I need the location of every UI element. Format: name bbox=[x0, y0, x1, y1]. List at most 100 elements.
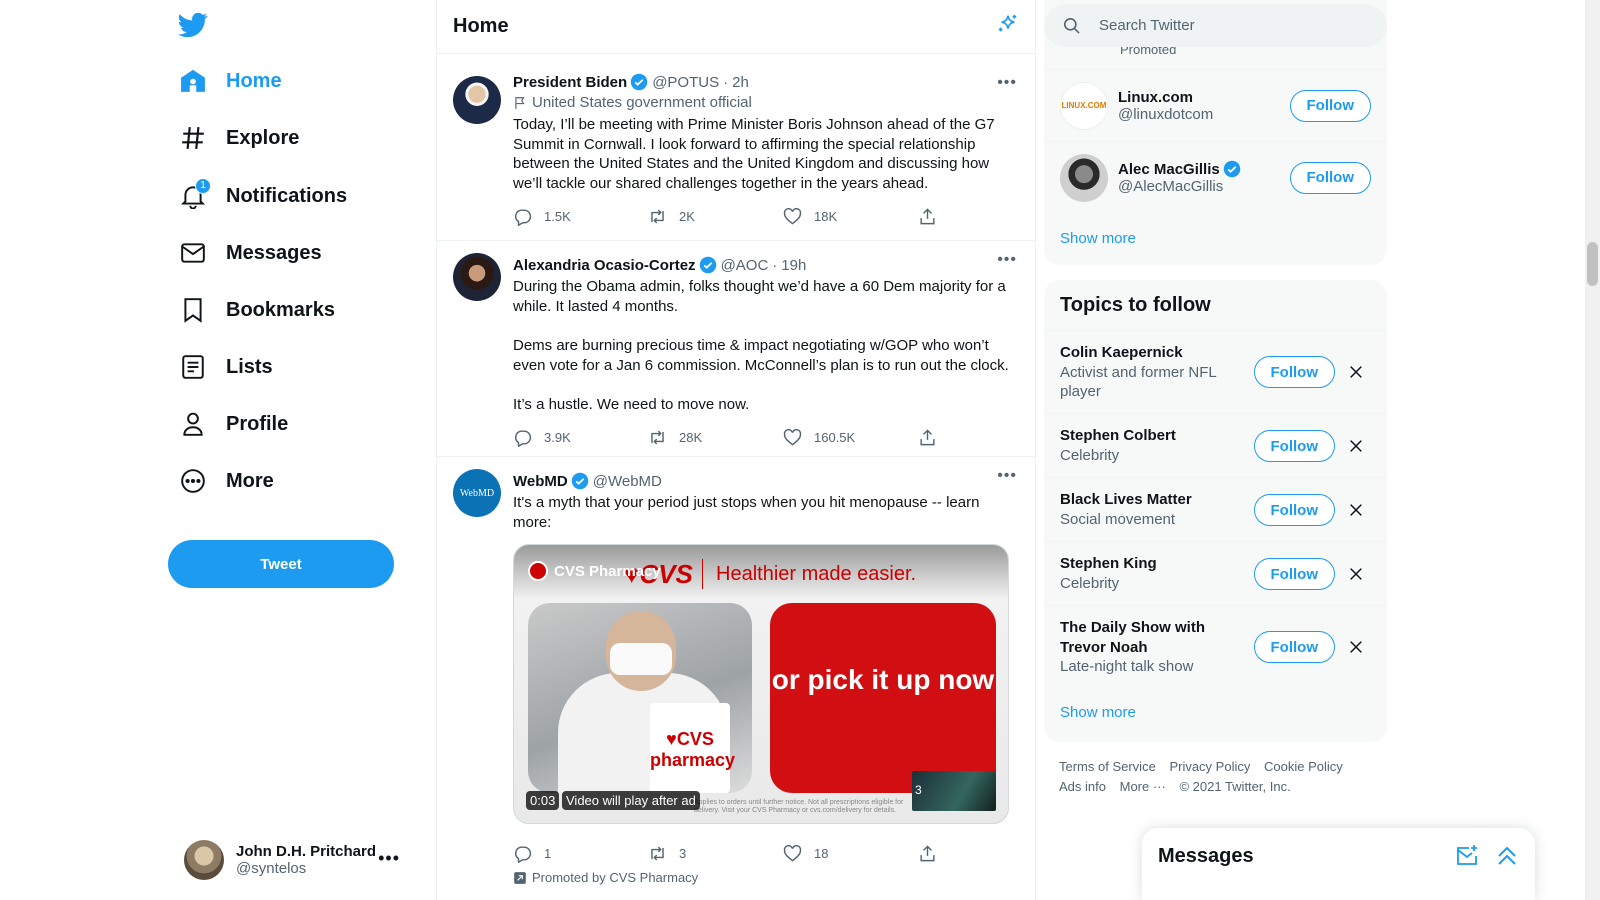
retweet-button[interactable]: 3 bbox=[648, 844, 728, 863]
avatar[interactable] bbox=[453, 76, 501, 124]
privacy-link[interactable]: Privacy Policy bbox=[1169, 759, 1250, 774]
follow-button[interactable]: Follow bbox=[1289, 161, 1371, 194]
video-thumbnail[interactable]: 3 bbox=[912, 771, 996, 812]
terms-link[interactable]: Terms of Service bbox=[1059, 759, 1156, 774]
nav-messages[interactable]: Messages bbox=[178, 230, 322, 276]
nav-bookmarks[interactable]: Bookmarks bbox=[178, 287, 335, 333]
nav-lists[interactable]: Lists bbox=[178, 344, 273, 390]
follow-topic-button[interactable]: Follow bbox=[1253, 558, 1335, 590]
follow-topic-button[interactable]: Follow bbox=[1253, 356, 1335, 388]
who-to-follow-item[interactable]: LINUX.COM Linux.com @linuxdotcom Follow bbox=[1044, 69, 1387, 141]
reply-count: 1.5K bbox=[544, 209, 571, 225]
right-sidebar: Promoted LINUX.COM Linux.com @linuxdotco… bbox=[1044, 0, 1387, 900]
tweet-author-name[interactable]: WebMD bbox=[513, 473, 568, 490]
share-button[interactable] bbox=[918, 207, 938, 226]
tweet-author-name[interactable]: President Biden bbox=[513, 74, 627, 91]
retweet-button[interactable]: 28K bbox=[648, 428, 728, 447]
tweet-button[interactable]: Tweet bbox=[168, 540, 394, 588]
nav-profile[interactable]: Profile bbox=[178, 401, 288, 447]
like-button[interactable]: 18 bbox=[783, 844, 863, 863]
more-dots-icon[interactable]: ••• bbox=[997, 467, 1017, 485]
retweet-button[interactable]: 2K bbox=[648, 207, 728, 226]
promoted-label-text: Promoted by CVS Pharmacy bbox=[532, 870, 699, 886]
close-icon[interactable] bbox=[1341, 431, 1371, 461]
follow-button[interactable]: Follow bbox=[1289, 89, 1371, 122]
avatar[interactable] bbox=[1060, 153, 1108, 202]
tweet-author-handle[interactable]: @WebMD bbox=[593, 473, 662, 490]
avatar[interactable]: LINUX.COM bbox=[1060, 81, 1108, 130]
avatar[interactable]: WebMD bbox=[453, 469, 501, 517]
share-button[interactable] bbox=[918, 428, 938, 447]
tweet-actions: 3.9K 28K 160.5K bbox=[513, 415, 938, 461]
page-scrollbar[interactable] bbox=[1585, 0, 1600, 900]
nav-notifications[interactable]: 1 Notifications bbox=[178, 173, 347, 219]
follow-topic-button[interactable]: Follow bbox=[1253, 430, 1335, 462]
topics-show-more-link[interactable]: Show more bbox=[1060, 704, 1136, 721]
nav-more[interactable]: More bbox=[178, 458, 274, 504]
follow-topic-button[interactable]: Follow bbox=[1253, 494, 1335, 526]
twitter-bird-icon[interactable] bbox=[178, 10, 208, 40]
follow-topic-button[interactable]: Follow bbox=[1253, 631, 1335, 663]
topic-description: Celebrity bbox=[1060, 446, 1120, 464]
tweet-timestamp[interactable]: 2h bbox=[732, 74, 749, 91]
sparkle-icon[interactable] bbox=[997, 13, 1019, 40]
tweet-author-name[interactable]: Alexandria Ocasio-Cortez bbox=[513, 257, 696, 274]
topic-item[interactable]: Black Lives Matter Social movement Follo… bbox=[1044, 477, 1387, 541]
who-name[interactable]: Alec MacGillis bbox=[1118, 161, 1220, 178]
hashtag-icon bbox=[178, 123, 208, 153]
scrollbar-thumb[interactable] bbox=[1587, 242, 1598, 286]
reply-icon bbox=[515, 209, 532, 227]
promoted-tweet[interactable]: WebMD ••• WebMD @WebMD It's a myth that … bbox=[437, 457, 1035, 900]
topic-item[interactable]: The Daily Show with Trevor Noah Late-nig… bbox=[1044, 605, 1387, 688]
cookie-link[interactable]: Cookie Policy bbox=[1264, 759, 1343, 774]
ads-info-link[interactable]: Ads info bbox=[1059, 779, 1106, 794]
video-source[interactable]: CVS Pharmacy bbox=[528, 561, 661, 582]
who-show-more-link[interactable]: Show more bbox=[1060, 230, 1136, 247]
tweet-author-handle[interactable]: @POTUS bbox=[652, 74, 719, 91]
close-icon[interactable] bbox=[1341, 495, 1371, 525]
more-dots-icon[interactable]: ••• bbox=[997, 74, 1017, 92]
topic-item[interactable]: Stephen King Celebrity Follow bbox=[1044, 541, 1387, 605]
nav-bookmarks-label: Bookmarks bbox=[226, 298, 335, 321]
video-timer: 0:03 bbox=[526, 791, 560, 811]
pharmacist-image: ♥CVS pharmacy bbox=[528, 603, 752, 794]
search-bar[interactable] bbox=[1044, 4, 1387, 47]
reply-button[interactable]: 1 bbox=[513, 844, 593, 863]
search-input[interactable] bbox=[1099, 17, 1349, 34]
tweet[interactable]: ••• Alexandria Ocasio-Cortez @AOC · 19h … bbox=[437, 241, 1035, 457]
tweet-author-handle[interactable]: @AOC bbox=[721, 257, 769, 274]
promoted-label[interactable]: Promoted by CVS Pharmacy bbox=[513, 870, 1019, 885]
close-icon[interactable] bbox=[1341, 559, 1371, 589]
messages-drawer[interactable]: Messages bbox=[1142, 828, 1535, 900]
footer-more-link[interactable]: More ··· bbox=[1120, 779, 1166, 794]
share-button[interactable] bbox=[918, 844, 938, 863]
verified-icon bbox=[1223, 160, 1240, 178]
topic-item[interactable]: Colin Kaepernick Activist and former NFL… bbox=[1044, 330, 1387, 413]
close-icon[interactable] bbox=[1341, 357, 1371, 387]
nav-explore[interactable]: Explore bbox=[178, 115, 299, 161]
like-button[interactable]: 18K bbox=[783, 207, 863, 226]
avatar[interactable] bbox=[453, 253, 501, 301]
close-icon[interactable] bbox=[1341, 632, 1371, 662]
who-to-follow-item[interactable]: Alec MacGillis @AlecMacGillis Follow bbox=[1044, 141, 1387, 213]
new-message-icon[interactable] bbox=[1455, 844, 1479, 868]
expand-up-icon[interactable] bbox=[1495, 844, 1519, 868]
nav-home[interactable]: Home bbox=[178, 58, 282, 104]
nav-profile-label: Profile bbox=[226, 412, 289, 435]
who-name[interactable]: Linux.com bbox=[1118, 89, 1213, 106]
share-icon bbox=[920, 429, 935, 446]
tweet-timestamp[interactable]: 19h bbox=[781, 257, 806, 274]
page-title: Home bbox=[453, 15, 509, 37]
account-switcher[interactable]: John D.H. Pritchard @syntelos ••• bbox=[168, 832, 400, 888]
reply-button[interactable]: 1.5K bbox=[513, 207, 593, 227]
reply-button[interactable]: 3.9K bbox=[513, 428, 593, 448]
more-dots-icon[interactable]: ••• bbox=[997, 251, 1017, 269]
bell-icon: 1 bbox=[178, 178, 211, 211]
tweet[interactable]: ••• President Biden @POTUS · 2h United S… bbox=[437, 58, 1035, 241]
flag-icon bbox=[515, 96, 525, 109]
topic-item[interactable]: Stephen Colbert Celebrity Follow bbox=[1044, 413, 1387, 477]
more-dots-icon[interactable]: ••• bbox=[378, 848, 400, 869]
like-button[interactable]: 160.5K bbox=[783, 428, 863, 447]
video-player[interactable]: ♥CVS pharmacy or pick it up now ♥CVS Hea… bbox=[513, 544, 1009, 825]
share-icon bbox=[920, 845, 935, 862]
